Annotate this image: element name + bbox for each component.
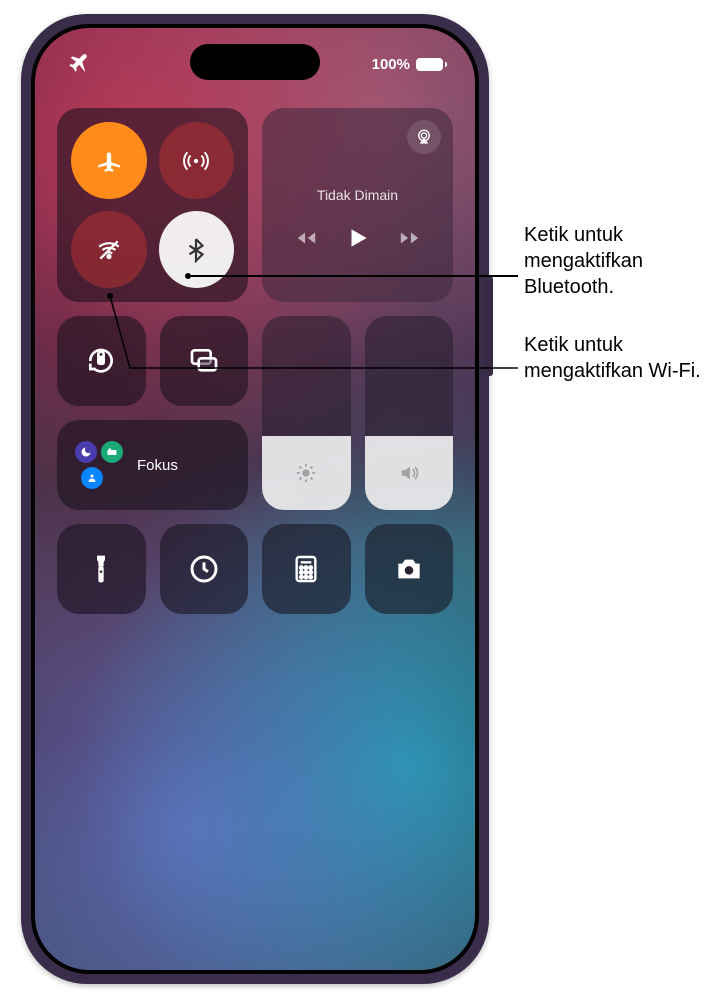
callout-line-bluetooth [188, 275, 518, 277]
timer-button[interactable] [160, 524, 249, 614]
focus-button[interactable]: Fokus [57, 420, 248, 510]
previous-track-button[interactable] [295, 227, 317, 249]
wifi-toggle[interactable] [71, 211, 147, 288]
callout-bluetooth: Ketik untuk mengaktifkan Bluetooth. [524, 222, 714, 300]
personal-icon [81, 467, 103, 489]
calculator-button[interactable] [262, 524, 351, 614]
now-playing-title: Tidak Dimain [317, 187, 398, 203]
transport-controls [295, 225, 421, 251]
screen: 100% [35, 28, 475, 970]
play-button[interactable] [345, 225, 371, 251]
callout-wifi: Ketik untuk mengaktifkan Wi-Fi. [524, 332, 714, 384]
focus-label: Fokus [137, 457, 178, 474]
battery-icon [416, 58, 443, 71]
camera-button[interactable] [365, 524, 454, 614]
now-playing-tile[interactable]: Tidak Dimain [262, 108, 453, 302]
flashlight-button[interactable] [57, 524, 146, 614]
dynamic-island [190, 44, 320, 80]
next-track-button[interactable] [399, 227, 421, 249]
airplane-mode-toggle[interactable] [71, 122, 147, 199]
cellular-data-toggle[interactable] [159, 122, 235, 199]
callout-line-wifi [110, 296, 520, 376]
battery-percent: 100% [372, 56, 410, 73]
airplane-status-icon [67, 51, 93, 77]
phone-frame: 100% [21, 14, 489, 984]
phone-bezel: 100% [31, 24, 479, 974]
connectivity-group [57, 108, 248, 302]
focus-icon-cluster [75, 441, 123, 489]
sleep-icon [101, 441, 123, 463]
do-not-disturb-icon [75, 441, 97, 463]
airplay-button[interactable] [407, 120, 441, 154]
